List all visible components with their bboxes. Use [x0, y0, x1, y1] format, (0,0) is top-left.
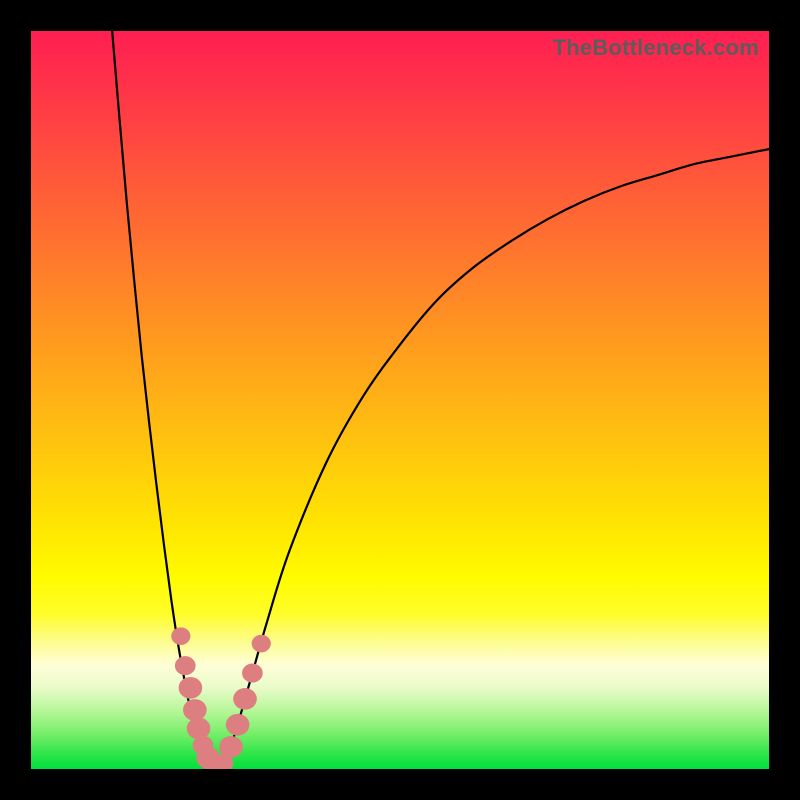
curve-left-branch: [112, 31, 215, 769]
curve-right-branch: [216, 149, 770, 769]
curve-bead: [219, 736, 243, 758]
chart-plot-area: TheBottleneck.com: [31, 31, 769, 769]
chart-svg-overlay: [31, 31, 769, 769]
curve-beads-group: [171, 627, 271, 769]
chart-frame: TheBottleneck.com: [0, 0, 800, 800]
curve-bead: [183, 699, 207, 721]
curve-bead: [233, 688, 257, 710]
curve-bead: [252, 635, 271, 653]
curve-bead: [175, 656, 196, 675]
curve-bead: [171, 627, 190, 645]
curve-bead: [242, 664, 263, 683]
curve-bead: [187, 718, 211, 740]
curve-bead: [179, 677, 203, 699]
curve-bead: [226, 714, 250, 736]
